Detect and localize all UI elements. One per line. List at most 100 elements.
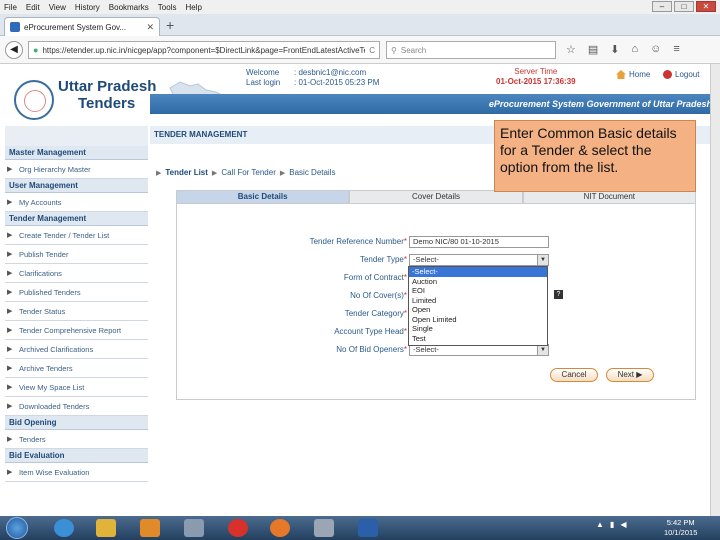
logout-link[interactable]: Logout: [663, 70, 699, 79]
sidebar-item[interactable]: ▶ Create Tender / Tender List: [5, 226, 148, 245]
ref-number-label: Tender Reference Number: [309, 237, 404, 246]
welcome-label: Welcome: [246, 68, 280, 77]
sidebar-item-label: Tender Comprehensive Report: [19, 325, 122, 335]
menu-view[interactable]: View: [49, 3, 66, 12]
start-button[interactable]: [6, 517, 28, 539]
search-icon: ⚲: [391, 45, 397, 55]
downloads-icon[interactable]: ⬇: [610, 43, 619, 56]
option-test[interactable]: Test: [409, 334, 547, 344]
sidebar-item[interactable]: ▶ My Accounts: [5, 193, 148, 212]
flag-icon[interactable]: ▲: [596, 520, 604, 529]
chevron-down-icon[interactable]: ▼: [537, 345, 548, 355]
bid-openers-row: No Of Bid Openers* -Select- ▼: [177, 344, 697, 358]
maximize-button[interactable]: □: [674, 1, 694, 12]
browser-tab[interactable]: eProcurement System Gov... ✕: [4, 17, 160, 36]
arrow-right-icon: ▶: [7, 199, 13, 206]
tab-basic-details[interactable]: Basic Details: [176, 190, 350, 204]
option-limited[interactable]: Limited: [409, 296, 547, 306]
taskbar-clock[interactable]: 5:42 PM 10/1/2015: [664, 518, 697, 538]
arrow-right-icon: ▶: [7, 289, 13, 296]
internet-explorer-icon[interactable]: [54, 519, 74, 537]
firefox-icon[interactable]: [270, 519, 290, 537]
option-eoi[interactable]: EOI: [409, 286, 547, 296]
brand-title: Uttar Pradesh: [58, 78, 157, 95]
sidebar-item[interactable]: ▶ Tender Status: [5, 302, 148, 321]
reload-icon[interactable]: C: [369, 46, 375, 55]
chevron-down-icon[interactable]: ▼: [537, 255, 548, 265]
network-icon[interactable]: ▮: [610, 520, 614, 529]
arrow-right-icon: ▶: [7, 270, 13, 277]
breadcrumb-tender-list[interactable]: Tender List: [165, 168, 208, 177]
sidebar-item[interactable]: ▶ Published Tenders: [5, 283, 148, 302]
sidebar-section-heading[interactable]: User Management: [5, 179, 148, 193]
bookmark-star-icon[interactable]: ☆: [566, 43, 576, 56]
menu-edit[interactable]: Edit: [26, 3, 40, 12]
sidebar-section-heading[interactable]: Master Management: [5, 146, 148, 160]
back-button[interactable]: ◀: [5, 41, 23, 59]
menu-history[interactable]: History: [75, 3, 100, 12]
home-icon[interactable]: ⌂: [632, 43, 639, 56]
breadcrumb-basic-details[interactable]: Basic Details: [289, 168, 335, 177]
opera-icon[interactable]: [228, 519, 248, 537]
sidebar-section-heading[interactable]: Bid Evaluation: [5, 449, 148, 463]
volume-icon[interactable]: ◀: [620, 520, 626, 529]
option-single[interactable]: Single: [409, 324, 547, 334]
sidebar-item[interactable]: ▶ Archived Clarifications: [5, 340, 148, 359]
option-open[interactable]: Open: [409, 305, 547, 315]
navigation-bar: ◀ ● https://etender.up.nic.in/nicgep/app…: [0, 36, 720, 64]
welcome-user: desbnic1@nic.com: [298, 68, 367, 77]
tender-category-label: Tender Category: [344, 309, 404, 318]
next-button[interactable]: Next ▶: [606, 368, 654, 382]
sidebar-section-heading[interactable]: Tender Management: [5, 212, 148, 226]
new-tab-icon[interactable]: +: [166, 17, 174, 33]
account-type-label: Account Type Head: [334, 327, 404, 336]
option-auction[interactable]: Auction: [409, 277, 547, 287]
tab-cover-details[interactable]: Cover Details: [349, 190, 523, 204]
file-explorer-icon[interactable]: [96, 519, 116, 537]
brand-subtitle: Tenders: [78, 95, 136, 112]
sidebar-item[interactable]: ▶ Item Wise Evaluation: [5, 463, 148, 482]
reading-list-icon[interactable]: ▤: [588, 43, 598, 56]
archive-icon[interactable]: [314, 519, 334, 537]
paint-icon[interactable]: [184, 519, 204, 537]
menu-help[interactable]: Help: [185, 3, 201, 12]
tender-type-label: Tender Type: [359, 255, 404, 264]
address-bar[interactable]: ● https://etender.up.nic.in/nicgep/app?c…: [28, 41, 380, 59]
sidebar-item[interactable]: ▶ Tender Comprehensive Report: [5, 321, 148, 340]
option-select[interactable]: -Select-: [409, 267, 547, 277]
tab-title: eProcurement System Gov...: [24, 22, 127, 32]
sidebar-item[interactable]: ▶ Archive Tenders: [5, 359, 148, 378]
sidebar-item[interactable]: ▶ Org Hierarchy Master: [5, 160, 148, 179]
instruction-callout: Enter Common Basic details for a Tender …: [494, 120, 696, 192]
breadcrumb-call-for-tender[interactable]: Call For Tender: [221, 168, 276, 177]
help-icon[interactable]: ?: [554, 290, 563, 299]
option-open-limited[interactable]: Open Limited: [409, 315, 547, 325]
sidebar-menu: Master Management ▶ Org Hierarchy Master Us…: [5, 126, 148, 516]
chat-icon[interactable]: ☺: [650, 43, 661, 56]
tab-nit-document[interactable]: NIT Document: [522, 190, 696, 204]
menu-bookmarks[interactable]: Bookmarks: [109, 3, 149, 12]
sidebar-item[interactable]: ▶ Tenders: [5, 430, 148, 449]
page-scrollbar[interactable]: [710, 64, 720, 516]
sidebar-item-label: Tenders: [19, 434, 46, 444]
close-window-button[interactable]: ✕: [696, 1, 716, 12]
media-player-icon[interactable]: [140, 519, 160, 537]
arrow-right-icon: ▶: [7, 327, 13, 334]
sidebar-item[interactable]: ▶ Publish Tender: [5, 245, 148, 264]
menu-icon[interactable]: ≡: [673, 43, 679, 56]
home-link[interactable]: Home: [616, 70, 650, 79]
search-input[interactable]: ⚲ Search: [386, 41, 556, 59]
close-tab-icon[interactable]: ✕: [146, 22, 154, 33]
ref-number-input[interactable]: Demo NIC/80 01-10-2015: [409, 236, 549, 248]
cancel-button[interactable]: Cancel: [550, 368, 598, 382]
tender-type-select[interactable]: -Select- ▼: [409, 254, 549, 266]
minimize-button[interactable]: –: [652, 1, 672, 12]
sidebar-item[interactable]: ▶ Clarifications: [5, 264, 148, 283]
menu-file[interactable]: File: [4, 3, 17, 12]
word-icon[interactable]: [358, 519, 378, 537]
sidebar-section-heading[interactable]: Bid Opening: [5, 416, 148, 430]
sidebar-item[interactable]: ▶ Downloaded Tenders: [5, 397, 148, 416]
sidebar-item[interactable]: ▶ View My Space List: [5, 378, 148, 397]
sidebar-item-label: Publish Tender: [19, 249, 69, 259]
menu-tools[interactable]: Tools: [158, 3, 177, 12]
